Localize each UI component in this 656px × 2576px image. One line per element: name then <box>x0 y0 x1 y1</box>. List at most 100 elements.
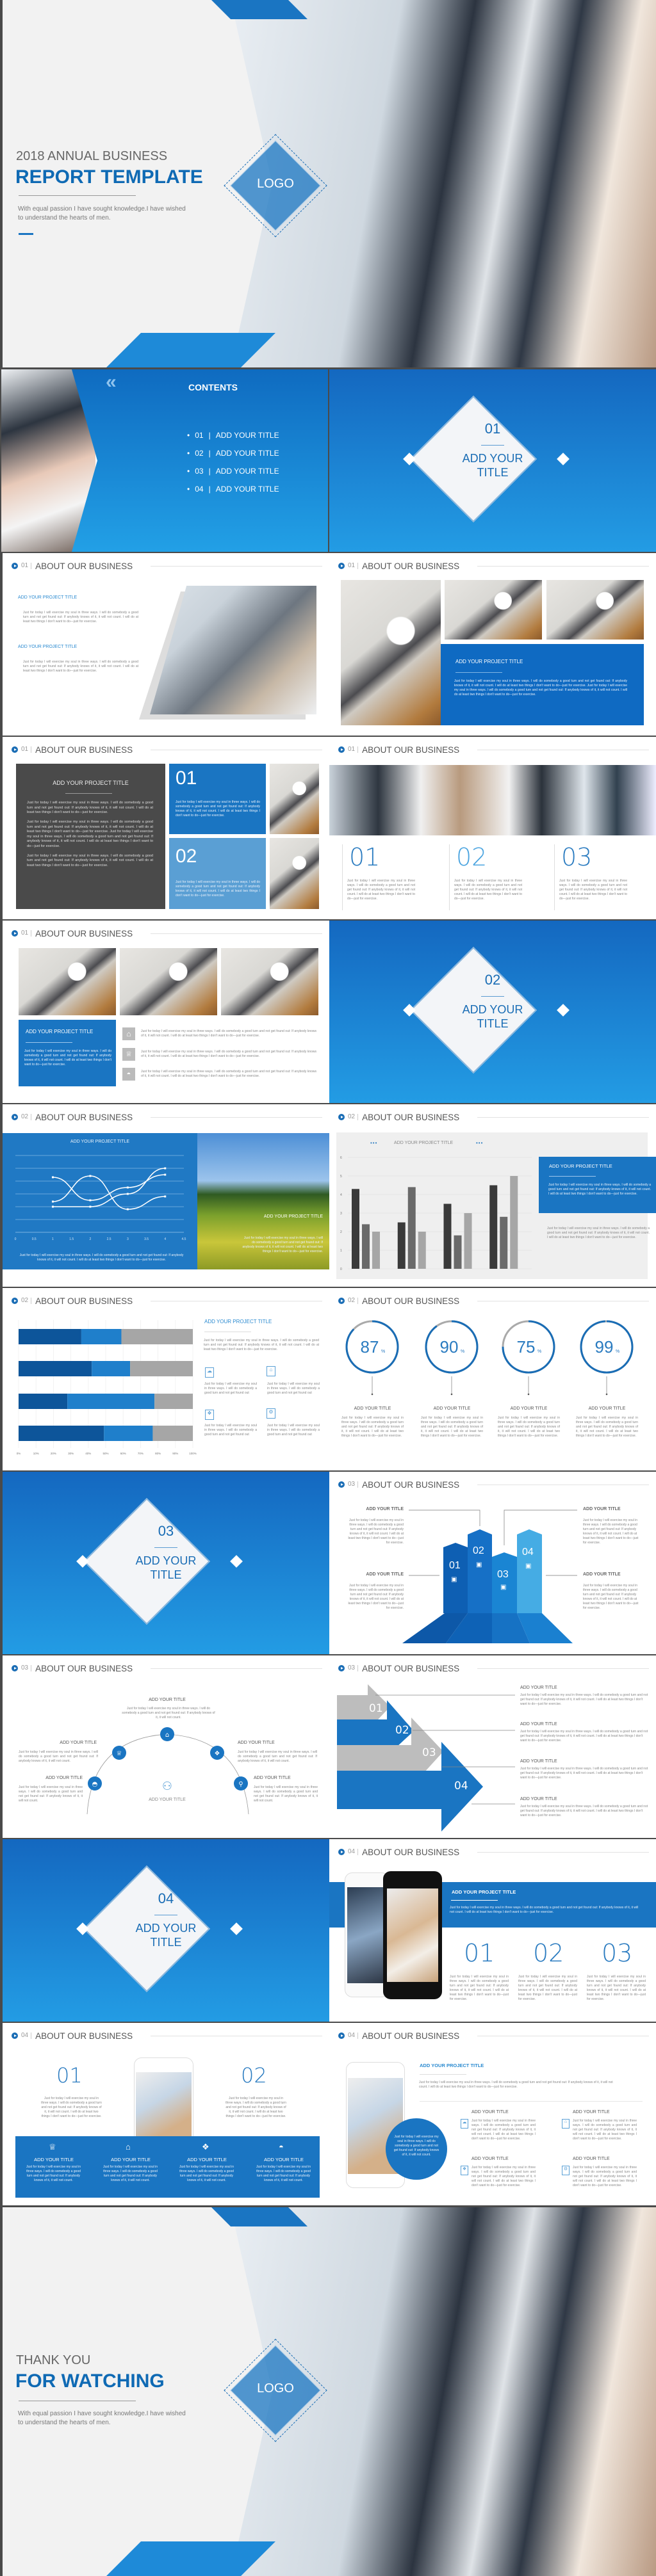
body-text: Just for today I will exercise my soul i… <box>179 2165 234 2182</box>
contents-item[interactable]: • 03 | ADD YOUR TITLE <box>187 467 279 485</box>
x-tick-label: 60% <box>120 1452 126 1455</box>
body-text: Just for today I will exercise my soul i… <box>454 679 627 696</box>
y-tick-label: 3 <box>340 1212 342 1216</box>
bar <box>454 1235 462 1269</box>
x-tick-label: 2.5 <box>107 1237 111 1241</box>
play-icon <box>12 930 18 937</box>
y-tick-label: 5 <box>340 1175 342 1179</box>
item-title: ADD YOUR TITLE <box>583 1572 621 1577</box>
section-slide-01: 01 ADD YOUR TITLE <box>329 369 656 552</box>
number-label: 03 <box>602 1939 633 1967</box>
meeting-photo <box>329 765 656 835</box>
number-label: 02 <box>241 2063 267 2088</box>
data-point <box>164 1195 167 1198</box>
graduation-cap-icon: ◓ <box>122 1068 135 1081</box>
closing-subtitle: With equal passion I have sought knowled… <box>18 2410 186 2426</box>
building-diagram <box>402 1509 577 1643</box>
bar-segment <box>19 1329 81 1344</box>
item-title: ADD YOUR TITLE <box>60 1741 97 1745</box>
bar <box>489 1185 498 1269</box>
y-tick-label: 0 <box>340 1268 342 1271</box>
cloud-icon: ☁ <box>461 2119 468 2129</box>
x-tick-label: 30% <box>68 1452 74 1455</box>
body-text: Just for today I will exercise my soul i… <box>256 2165 311 2182</box>
play-icon <box>338 746 345 753</box>
dropbox-icon: ❖ <box>205 1410 214 1420</box>
svg-text:◓: ◓ <box>92 1781 98 1788</box>
body-text: Just for today I will exercise my soul i… <box>24 1049 111 1067</box>
presentation-icon: ▣ <box>500 1584 507 1591</box>
x-tick-label: 20% <box>51 1452 56 1455</box>
section-slide-04: 04 ADD YOUR TITLE <box>3 1839 329 2022</box>
bar <box>397 1222 406 1269</box>
presentation-icon: ▣ <box>451 1576 457 1583</box>
percent-value: 99 <box>595 1337 614 1356</box>
item-title: ADD YOUR TITLE <box>510 1406 548 1411</box>
cover-title-line2: REPORT TEMPLATE <box>15 166 203 188</box>
body-text: Just for today I will exercise my soul i… <box>27 801 153 814</box>
number-label: 02 <box>473 1545 484 1556</box>
contents-list: • 01 | ADD YOUR TITLE • 02 | ADD YOUR TITLE • 0… <box>187 431 279 503</box>
x-tick-label: 4 <box>164 1237 166 1241</box>
item-title: ADD YOUR TITLE <box>520 1686 557 1690</box>
slide-bar-chart: 02 ABOUT OUR BUSINESS ••• ADD YOUR PROJEC… <box>329 1104 656 1287</box>
item-title: ADD YOUR TITLE <box>34 2157 74 2162</box>
desk-photo <box>221 948 318 1015</box>
dropbox-icon: ❖ <box>202 2142 209 2152</box>
chevron-left-icon: « <box>106 371 117 392</box>
project-title: ADD YOUR PROJECT TITLE <box>420 2063 484 2068</box>
play-icon <box>338 1298 345 1304</box>
number-label: 01 <box>449 1560 461 1571</box>
play-icon <box>12 2033 18 2039</box>
item-title: ADD YOUR TITLE <box>520 1722 557 1727</box>
play-icon <box>12 1298 18 1304</box>
body-text: Just for today I will exercise my soul i… <box>267 1382 320 1395</box>
bar-segment <box>81 1329 122 1344</box>
slide-arc-diagram: 03 ABOUT OUR BUSINESS ♕ ⌂ ❖ ◓ ⚲ ⚇ ADD YOUR TI… <box>3 1655 329 1838</box>
slide-about-01b: 01 ABOUT OUR BUSINESS ADD YOUR PROJECT TI… <box>329 553 656 736</box>
item-title: ADD YOUR TITLE <box>264 2157 304 2162</box>
slide-phone-features: 04 ABOUT OUR BUSINESS 01 02 Just for toda… <box>3 2023 329 2205</box>
section-number: 02 <box>484 972 501 988</box>
meeting-photo <box>150 586 316 714</box>
body-text: Just for today I will exercise my soul i… <box>204 1424 257 1437</box>
home-icon: ⌂ <box>126 2142 131 2152</box>
x-tick-label: 0 <box>15 1237 17 1241</box>
body-text: Just for today I will exercise my soul i… <box>26 2165 81 2182</box>
logo-text: LOGO <box>257 2381 294 2395</box>
closing-title-line2: FOR WATCHING <box>15 2371 165 2392</box>
slide-about-01a: 01 ABOUT OUR BUSINESS ADD YOUR PROJECT TI… <box>3 553 329 736</box>
project-title: ADD YOUR PROJECT TITLE <box>263 1214 323 1219</box>
connector-dot <box>371 1393 373 1396</box>
contents-item[interactable]: • 04 | ADD YOUR TITLE <box>187 485 279 503</box>
body-text: Just for today I will exercise my soul i… <box>176 800 260 817</box>
play-icon <box>12 746 18 753</box>
x-tick-label: 100% <box>189 1452 197 1455</box>
percent-unit: % <box>461 1349 464 1354</box>
item-title: ADD YOUR TITLE <box>472 2157 509 2161</box>
number-label: 04 <box>522 1547 534 1558</box>
bar-segment <box>121 1329 193 1344</box>
play-icon <box>338 1114 345 1120</box>
x-tick-label: 70% <box>138 1452 144 1455</box>
bar <box>500 1216 508 1269</box>
bar-segment <box>92 1361 131 1376</box>
item-title: ADD YOUR TITLE <box>111 2157 151 2162</box>
closing-slide: THANK YOU FOR WATCHING With equal passio… <box>0 2207 656 2576</box>
body-text: Just for today I will exercise my soul i… <box>573 2119 637 2141</box>
contents-item[interactable]: • 02 | ADD YOUR TITLE <box>187 449 279 467</box>
section-title: ADD YOUR TITLE <box>135 1922 197 1949</box>
x-tick-label: 1.5 <box>69 1237 74 1241</box>
building-02 <box>468 1529 492 1613</box>
building-03 <box>492 1552 517 1613</box>
label-03: 03 <box>422 1746 436 1759</box>
body-text: Just for today I will exercise my soul i… <box>41 2097 102 2118</box>
body-text: Just for today I will exercise my soul i… <box>520 1693 648 1706</box>
contents-item[interactable]: • 01 | ADD YOUR TITLE <box>187 431 279 449</box>
item-title: ADD YOUR TITLE <box>433 1406 471 1411</box>
section-number: 04 <box>158 1890 174 1906</box>
y-tick-label: 4 <box>340 1193 342 1197</box>
settings-icon: ⚙ <box>266 1408 275 1419</box>
body-text: Just for today I will exercise my soul i… <box>19 1253 184 1262</box>
home-icon: ⌂ <box>562 2119 570 2129</box>
